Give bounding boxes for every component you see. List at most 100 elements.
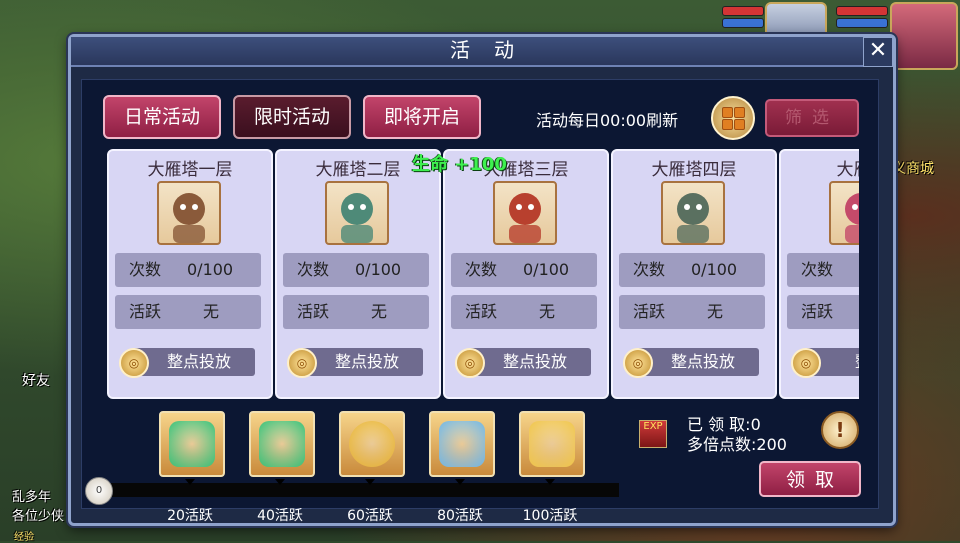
progress-knob[interactable]: 0 [85, 477, 113, 505]
mall-label[interactable]: 义商城 [892, 158, 934, 178]
count-value: 0/100 [187, 260, 234, 279]
activity-label: 活跃 [633, 302, 666, 321]
coin-icon: ◎ [119, 348, 149, 378]
boss-portrait [157, 181, 221, 245]
coin-icon: ◎ [791, 348, 821, 378]
count-row: 次数 0/100 [619, 253, 765, 287]
reward-box[interactable] [339, 411, 405, 477]
boss-portrait [829, 181, 859, 245]
activity-card[interactable]: 大雁塔一层次数 0/100 活跃 无整点投放 ◎ [107, 149, 273, 399]
dialog-title: 活动 [450, 38, 538, 62]
pet-mp-bar [722, 18, 764, 28]
hp-gain-floating-text: 生命 +100 [412, 154, 507, 175]
count-row: 次数 0/100 [115, 253, 261, 287]
count-label: 次数 [129, 260, 162, 279]
grid-icon [722, 107, 733, 118]
count-value: 0/100 [523, 260, 570, 279]
activity-value: 无 [539, 302, 556, 321]
drop-button[interactable]: 整点投放 ◎ [119, 346, 257, 378]
activity-card-list[interactable]: 大雁塔一层 次数 0/100 活跃无整点投放 ◎ 大雁塔二层 次数 0/100 活跃无整点投放 ◎… [107, 149, 859, 399]
drop-button-label: 整点投放 [301, 348, 423, 376]
card-title: 大雁塔四层 [651, 160, 737, 180]
reward-threshold-label: 40活跃 [257, 508, 303, 524]
boss-portrait [493, 181, 557, 245]
pet-hp-bar [722, 6, 764, 16]
count-row: 次数 0/100 [451, 253, 597, 287]
coin-icon: ◎ [287, 348, 317, 378]
reward-box[interactable] [249, 411, 315, 477]
info-button[interactable]: ! [821, 411, 859, 449]
player-avatar[interactable] [890, 2, 958, 70]
card-title: 大雁塔一层 [147, 160, 233, 180]
progress-tick [275, 479, 285, 485]
jade-icon [259, 421, 305, 467]
grid-icon [722, 119, 733, 130]
progress-tick [185, 479, 195, 485]
activity-dialog: 活动 ✕ 日常活动 限时活动 即将开启 活动每日00:00刷新 筛选 大雁塔一层… [68, 34, 896, 526]
gold-ingot-icon [529, 421, 575, 467]
activity-label: 活跃 [297, 302, 330, 321]
friends-label[interactable]: 好友 [22, 370, 50, 390]
count-label: 次数 [297, 260, 330, 279]
reward-threshold-label: 60活跃 [347, 508, 393, 524]
progress-tick [545, 479, 555, 485]
drop-button-label: 整点投放 [637, 348, 759, 376]
count-value: 0/100 [355, 260, 402, 279]
drop-button[interactable]: 整点◎ [791, 346, 859, 378]
activity-label: 活跃 [465, 302, 498, 321]
activity-row: 活跃 无 [115, 295, 261, 329]
refresh-info: 活动每日00:00刷新 [536, 111, 679, 130]
activity-progress-track [101, 483, 619, 497]
jade-icon [169, 421, 215, 467]
activity-row: 活跃 [787, 295, 859, 329]
multi-points: 多倍点数:200 [687, 435, 787, 454]
activity-card[interactable]: 大雁塔三层 次数 0/100 活跃无整点投放 ◎ [443, 149, 609, 399]
reward-box[interactable] [519, 411, 585, 477]
tab-limited[interactable]: 限时活动 [233, 95, 351, 139]
count-row: 次数 0/100 [283, 253, 429, 287]
player-hp-bar [836, 6, 888, 16]
close-icon: ✕ [868, 38, 888, 63]
activity-row: 活跃 无 [451, 295, 597, 329]
count-value: 0/100 [691, 260, 738, 279]
activity-value: 无 [707, 302, 724, 321]
activity-row: 活跃 无 [283, 295, 429, 329]
chat-line-1: 乱多年 [12, 490, 52, 505]
activity-card[interactable]: 大雁塔四层次数 0/100 活跃 无整点投放 ◎ [611, 149, 777, 399]
close-button[interactable]: ✕ [863, 37, 893, 67]
dialog-titlebar: 活动 ✕ [71, 37, 893, 67]
grid-menu-button[interactable] [711, 96, 755, 140]
chat-line-2: 各位少侠 [12, 509, 65, 524]
boss-face-icon [341, 193, 373, 243]
reward-threshold-label: 100活跃 [522, 508, 578, 524]
coin-icon: ◎ [623, 348, 653, 378]
activity-label: 活跃 [801, 302, 834, 321]
tab-upcoming[interactable]: 即将开启 [363, 95, 481, 139]
reward-threshold-label: 20活跃 [167, 508, 213, 524]
activity-card[interactable]: 大雁塔次数0 活跃整点◎ [779, 149, 859, 399]
activity-label: 活跃 [129, 302, 162, 321]
boss-face-icon [509, 193, 541, 243]
player-mp-bar [836, 18, 888, 28]
activity-card[interactable]: 大雁塔二层 次数 0/100 活跃无整点投放 ◎ [275, 149, 441, 399]
activity-value: 无 [371, 302, 388, 321]
reward-threshold-label: 80活跃 [437, 508, 483, 524]
reward-box[interactable] [429, 411, 495, 477]
activity-value: 无 [203, 302, 220, 321]
drop-button[interactable]: 整点投放 ◎ [455, 346, 593, 378]
count-label: 次数 [633, 260, 666, 279]
scroll-icon [439, 421, 485, 467]
drop-button[interactable]: 整点投放 ◎ [287, 346, 425, 378]
boss-portrait [325, 181, 389, 245]
progress-tick [455, 479, 465, 485]
boss-face-icon [845, 193, 859, 243]
reward-box[interactable] [159, 411, 225, 477]
count-label: 次数 [801, 260, 834, 279]
drop-button[interactable]: 整点投放 ◎ [623, 346, 761, 378]
tab-daily[interactable]: 日常活动 [103, 95, 221, 139]
filter-button[interactable]: 筛选 [765, 99, 859, 137]
boss-portrait [661, 181, 725, 245]
grid-icon [734, 107, 745, 118]
progress-tick [365, 479, 375, 485]
claim-button[interactable]: 领取 [759, 461, 861, 497]
